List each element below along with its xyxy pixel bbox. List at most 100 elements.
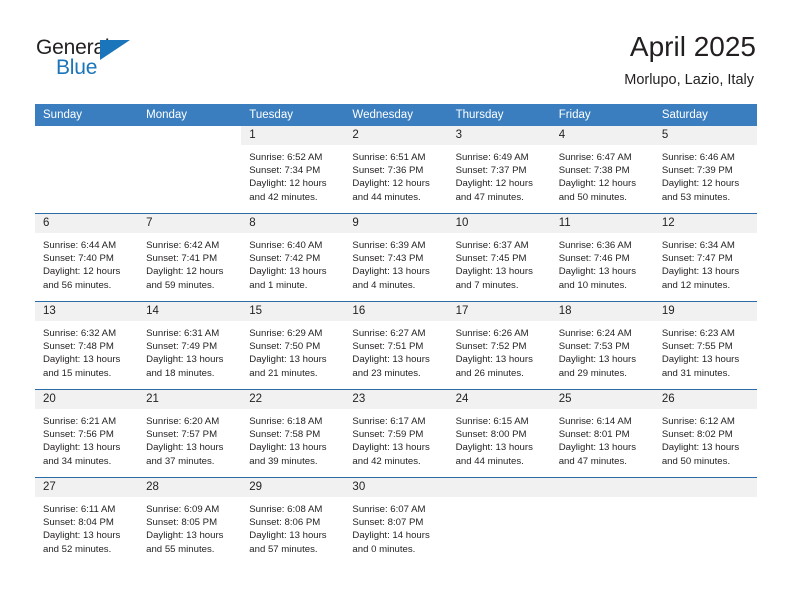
day-details: Sunrise: 6:29 AM Sunset: 7:50 PM Daylight:… [241,321,344,380]
calendar-day-cell[interactable]: 23 Sunrise: 6:17 AM Sunset: 7:59 PM Dayligh… [344,389,448,478]
day-detail-line: Daylight: 13 hours [661,442,740,454]
day-cell-inner: 8 Sunrise: 6:40 AM Sunset: 7:42 PM Daylight… [241,214,345,301]
calendar-day-cell[interactable]: 29 Sunrise: 6:08 AM Sunset: 8:06 PM Dayligh… [241,477,345,565]
calendar-empty-cell [653,477,757,565]
day-detail-line: Sunset: 7:40 PM [43,253,114,265]
day-detail-line: and 44 minutes. [455,455,524,467]
day-number: 3 [447,126,551,145]
calendar-week-row: 1 Sunrise: 6:52 AM Sunset: 7:34 PM Daylight… [35,126,757,214]
calendar-day-cell[interactable]: 6 Sunrise: 6:44 AM Sunset: 7:40 PM Daylight… [35,213,139,302]
day-cell-inner [447,478,551,565]
day-cell-inner: 22 Sunrise: 6:18 AM Sunset: 7:58 PM Dayligh… [241,390,345,477]
day-number: 2 [344,126,448,145]
calendar-day-cell[interactable]: 15 Sunrise: 6:29 AM Sunset: 7:50 PM Dayligh… [241,301,345,390]
day-detail-line: Sunrise: 6:11 AM [43,504,116,515]
calendar-day-cell[interactable]: 21 Sunrise: 6:20 AM Sunset: 7:57 PM Dayligh… [138,389,242,478]
day-detail-line: Sunrise: 6:15 AM [455,416,529,427]
day-cell-inner: 9 Sunrise: 6:39 AM Sunset: 7:43 PM Daylight… [344,214,448,301]
title-block: April 2025 Morlupo, Lazio, Italy [624,30,756,90]
day-detail-line: and 44 minutes. [352,191,421,203]
calendar-day-cell[interactable]: 25 Sunrise: 6:14 AM Sunset: 8:01 PM Dayligh… [550,389,654,478]
day-number: 8 [241,214,345,233]
day-number: 19 [653,302,757,321]
day-number [138,126,241,145]
logo-text-blue: Blue [56,56,98,79]
calendar-week-row: 6 Sunrise: 6:44 AM Sunset: 7:40 PM Daylight… [35,213,757,302]
day-cell-inner: 28 Sunrise: 6:09 AM Sunset: 8:05 PM Dayligh… [138,478,242,565]
calendar-day-cell[interactable]: 1 Sunrise: 6:52 AM Sunset: 7:34 PM Daylight… [241,126,345,214]
day-detail-line: Daylight: 13 hours [558,442,637,454]
day-detail-line: Daylight: 12 hours [249,178,327,190]
calendar-day-cell[interactable]: 27 Sunrise: 6:11 AM Sunset: 8:04 PM Dayligh… [35,477,139,565]
day-detail-line: and 37 minutes. [146,455,215,467]
calendar-day-cell[interactable]: 17 Sunrise: 6:26 AM Sunset: 7:52 PM Dayligh… [447,301,551,390]
day-cell-inner: 25 Sunrise: 6:14 AM Sunset: 8:01 PM Dayligh… [550,390,654,477]
day-detail-line: Sunrise: 6:49 AM [455,152,529,163]
day-number: 6 [35,214,139,233]
day-detail-line: Daylight: 13 hours [558,354,637,366]
calendar-day-cell[interactable]: 2 Sunrise: 6:51 AM Sunset: 7:36 PM Daylight… [344,126,448,214]
day-detail-line: Sunrise: 6:07 AM [352,504,426,515]
calendar-day-cell[interactable]: 22 Sunrise: 6:18 AM Sunset: 7:58 PM Dayligh… [241,389,345,478]
day-detail-line: Sunset: 8:00 PM [455,429,527,441]
day-details: Sunrise: 6:49 AM Sunset: 7:37 PM Daylight:… [448,145,551,204]
calendar-day-cell[interactable]: 28 Sunrise: 6:09 AM Sunset: 8:05 PM Dayligh… [138,477,242,565]
calendar-day-cell[interactable]: 8 Sunrise: 6:40 AM Sunset: 7:42 PM Daylight… [241,213,345,302]
calendar-day-cell[interactable]: 3 Sunrise: 6:49 AM Sunset: 7:37 PM Daylight… [447,126,551,214]
calendar-day-cell[interactable]: 24 Sunrise: 6:15 AM Sunset: 8:00 PM Dayligh… [447,389,551,478]
day-detail-line: and 23 minutes. [352,367,421,379]
day-cell-inner: 17 Sunrise: 6:26 AM Sunset: 7:52 PM Dayligh… [447,302,551,389]
day-details: Sunrise: 6:11 AM Sunset: 8:04 PM Daylight:… [35,497,138,556]
day-number [35,126,138,145]
calendar-day-cell[interactable]: 7 Sunrise: 6:42 AM Sunset: 7:41 PM Daylight… [138,213,242,302]
day-details: Sunrise: 6:32 AM Sunset: 7:48 PM Daylight:… [35,321,138,380]
day-detail-line: Daylight: 12 hours [455,178,533,190]
day-detail-line: Sunrise: 6:52 AM [249,152,323,163]
column-header-saturday: Saturday [653,104,757,126]
calendar-day-cell[interactable]: 4 Sunrise: 6:47 AM Sunset: 7:38 PM Daylight… [550,126,654,214]
day-detail-line: Daylight: 13 hours [43,530,121,542]
day-details: Sunrise: 6:36 AM Sunset: 7:46 PM Daylight:… [551,233,654,292]
calendar-day-cell[interactable]: 11 Sunrise: 6:36 AM Sunset: 7:46 PM Dayligh… [550,213,654,302]
calendar-day-cell[interactable]: 5 Sunrise: 6:46 AM Sunset: 7:39 PM Daylight… [653,126,757,214]
day-detail-line: Sunset: 7:37 PM [455,165,527,177]
day-details: Sunrise: 6:15 AM Sunset: 8:00 PM Daylight:… [448,409,551,468]
calendar-day-cell[interactable]: 16 Sunrise: 6:27 AM Sunset: 7:51 PM Dayligh… [344,301,448,390]
day-detail-line: and 56 minutes. [43,279,112,291]
day-cell-inner: 5 Sunrise: 6:46 AM Sunset: 7:39 PM Daylight… [653,126,757,213]
calendar-day-cell[interactable]: 14 Sunrise: 6:31 AM Sunset: 7:49 PM Dayligh… [138,301,242,390]
day-detail-line: Daylight: 13 hours [352,354,430,366]
calendar-day-cell[interactable]: 12 Sunrise: 6:34 AM Sunset: 7:47 PM Dayligh… [653,213,757,302]
day-detail-line: Sunrise: 6:24 AM [558,328,632,339]
calendar-empty-cell [550,477,654,565]
calendar-day-cell[interactable]: 19 Sunrise: 6:23 AM Sunset: 7:55 PM Dayligh… [653,301,757,390]
calendar-grid: Sunday Monday Tuesday Wednesday Thursday… [35,104,757,565]
day-detail-line: Sunrise: 6:26 AM [455,328,529,339]
day-detail-line: Daylight: 12 hours [352,178,430,190]
day-cell-inner: 2 Sunrise: 6:51 AM Sunset: 7:36 PM Daylight… [344,126,448,213]
calendar-day-cell[interactable]: 13 Sunrise: 6:32 AM Sunset: 7:48 PM Dayligh… [35,301,139,390]
calendar-day-cell[interactable]: 9 Sunrise: 6:39 AM Sunset: 7:43 PM Daylight… [344,213,448,302]
day-detail-line: Daylight: 12 hours [43,266,121,278]
day-detail-line: Sunset: 7:52 PM [455,341,527,353]
day-details: Sunrise: 6:37 AM Sunset: 7:45 PM Daylight:… [448,233,551,292]
calendar-day-cell[interactable]: 26 Sunrise: 6:12 AM Sunset: 8:02 PM Dayligh… [653,389,757,478]
day-details: Sunrise: 6:23 AM Sunset: 7:55 PM Daylight:… [654,321,757,380]
day-details: Sunrise: 6:17 AM Sunset: 7:59 PM Daylight:… [344,409,447,468]
column-header-sunday: Sunday [35,104,139,126]
general-blue-logo[interactable]: General Blue [36,36,166,82]
day-detail-line: Daylight: 13 hours [43,442,121,454]
day-details: Sunrise: 6:09 AM Sunset: 8:05 PM Daylight:… [138,497,241,556]
day-detail-line: Sunset: 7:39 PM [661,165,733,177]
day-detail-line: Sunrise: 6:44 AM [43,240,117,251]
day-detail-line: Sunrise: 6:27 AM [352,328,426,339]
calendar-day-cell[interactable]: 18 Sunrise: 6:24 AM Sunset: 7:53 PM Dayligh… [550,301,654,390]
day-details: Sunrise: 6:18 AM Sunset: 7:58 PM Daylight:… [241,409,344,468]
calendar-day-cell[interactable]: 10 Sunrise: 6:37 AM Sunset: 7:45 PM Dayligh… [447,213,551,302]
day-detail-line: Sunrise: 6:18 AM [249,416,323,427]
day-number: 7 [138,214,242,233]
day-number: 29 [241,478,345,497]
calendar-day-cell[interactable]: 20 Sunrise: 6:21 AM Sunset: 7:56 PM Dayligh… [35,389,139,478]
day-detail-line: Sunrise: 6:51 AM [352,152,426,163]
calendar-day-cell[interactable]: 30 Sunrise: 6:07 AM Sunset: 8:07 PM Dayligh… [344,477,448,565]
